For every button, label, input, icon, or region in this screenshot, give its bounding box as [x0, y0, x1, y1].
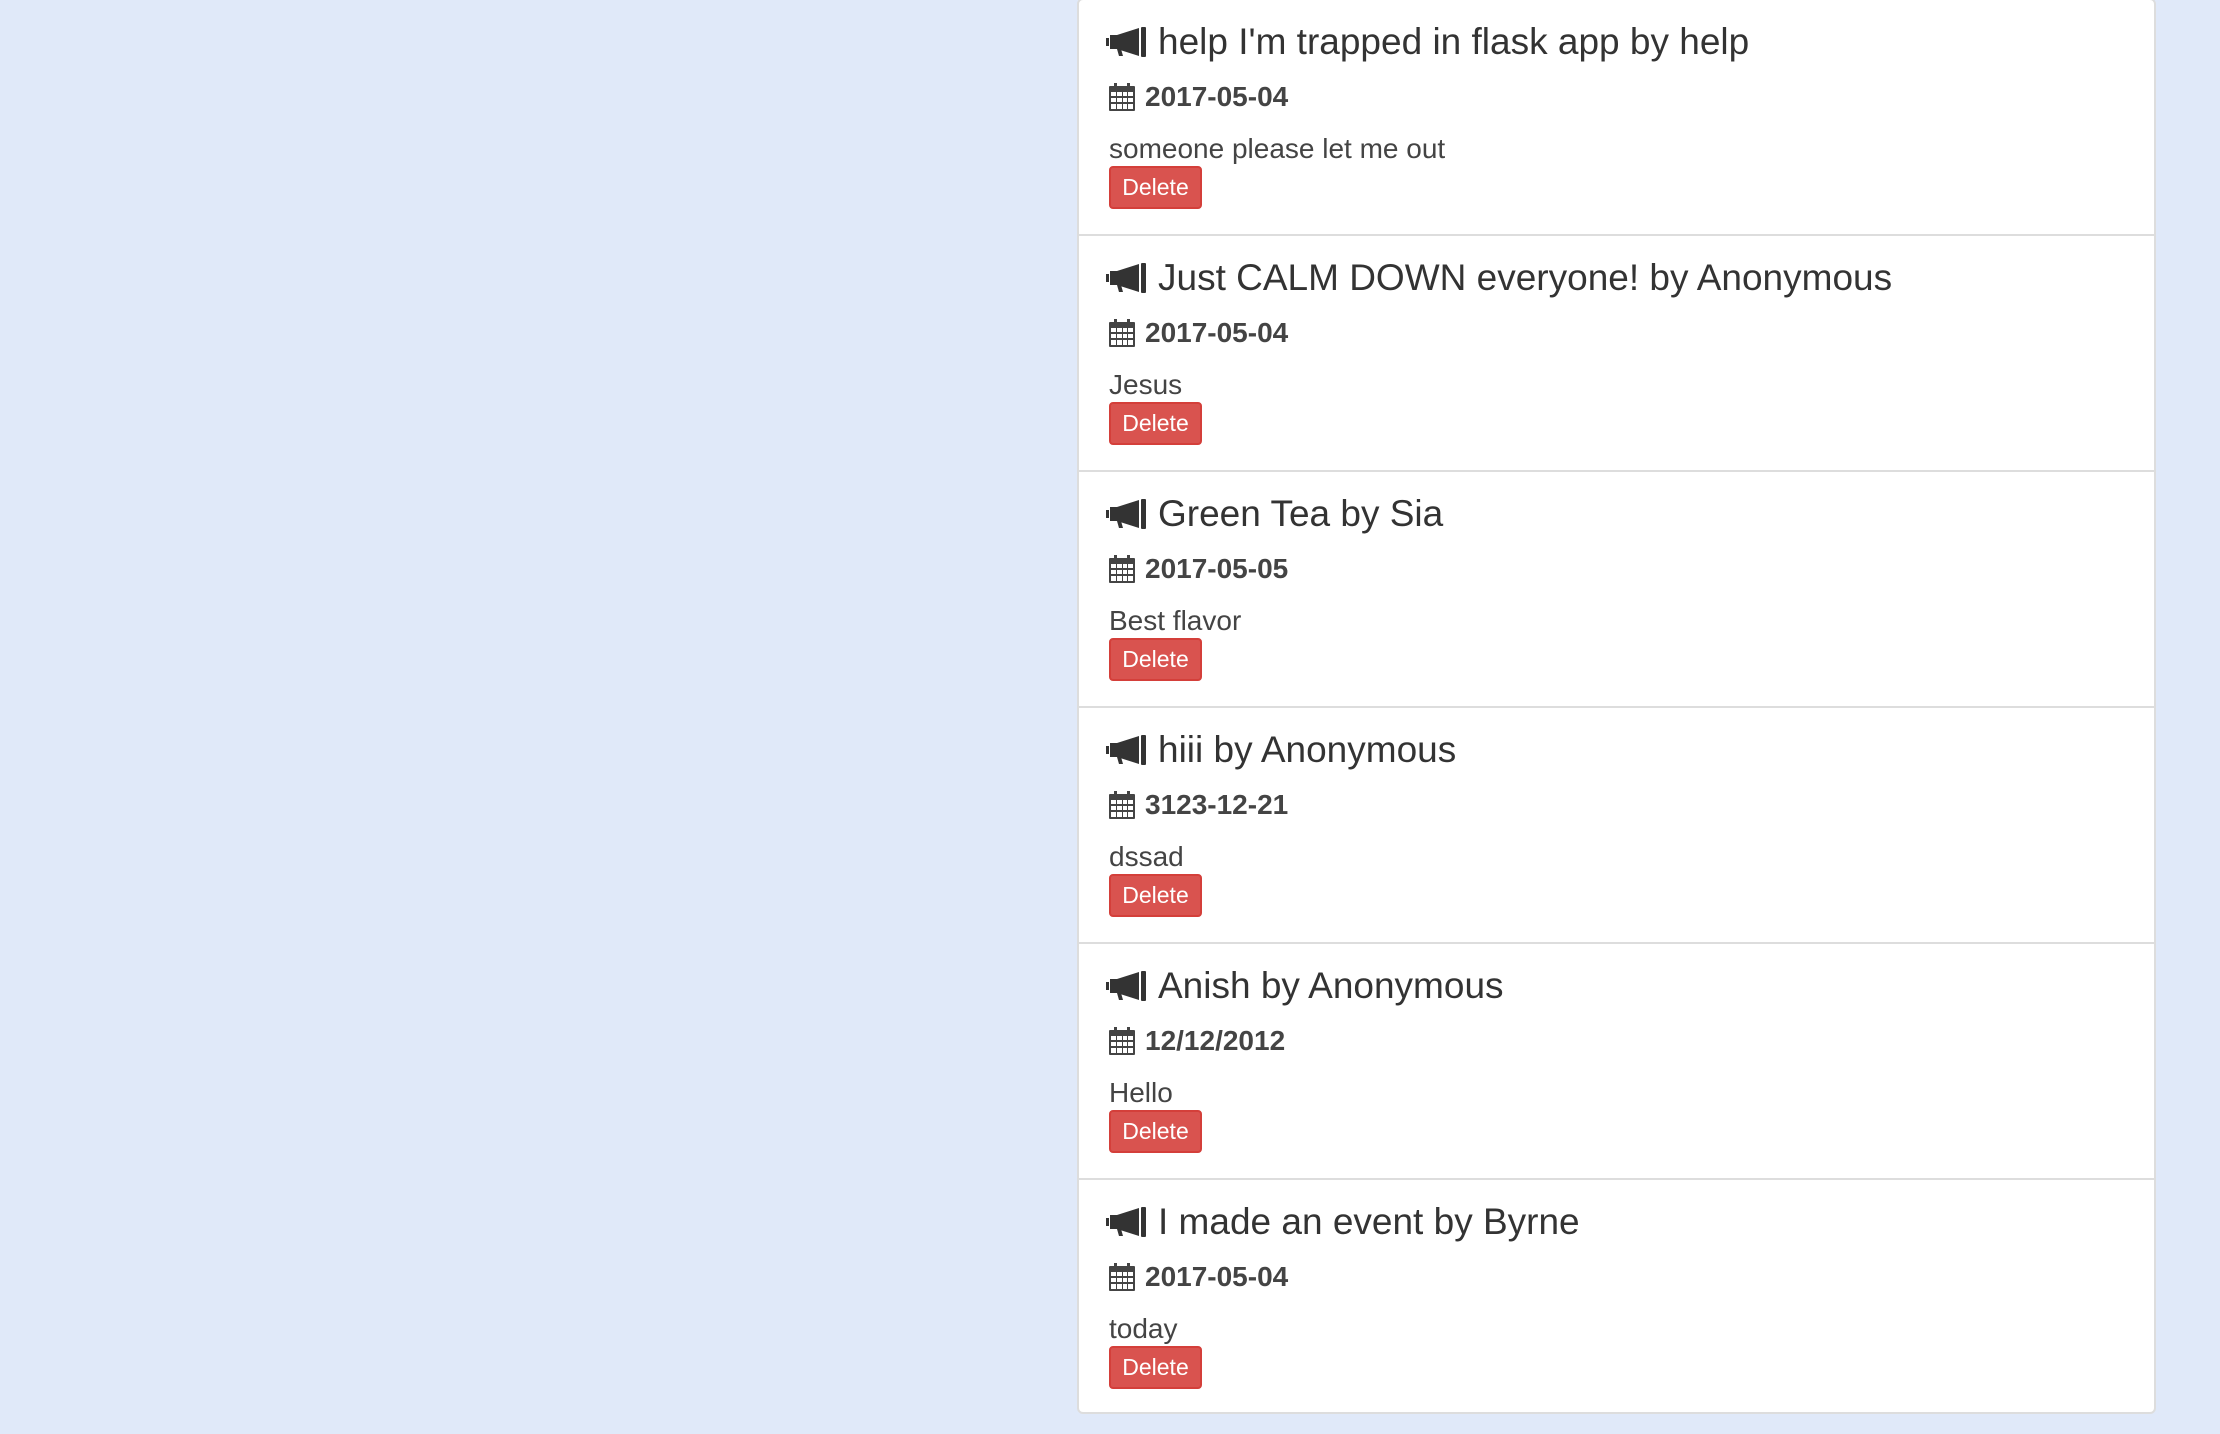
event-date: 2017-05-04	[1145, 1261, 1289, 1292]
event-date-row: 2017-05-04	[1109, 1259, 1288, 1295]
event-item: hiii by Anonymous 3123-12-21 dssad Delet…	[1079, 708, 2154, 944]
calendar-icon	[1109, 83, 1135, 111]
event-title-row: Just CALM DOWN everyone! by Anonymous	[1106, 254, 1892, 302]
event-date: 2017-05-04	[1145, 317, 1289, 348]
event-item: Green Tea by Sia 2017-05-05 Best flavor …	[1079, 472, 2154, 708]
event-date: 12/12/2012	[1145, 1025, 1286, 1056]
delete-button[interactable]: Delete	[1109, 638, 1202, 681]
delete-button[interactable]: Delete	[1109, 1346, 1202, 1389]
event-description: Best flavor	[1109, 605, 1242, 636]
calendar-icon	[1109, 555, 1135, 583]
event-date: 2017-05-05	[1145, 553, 1289, 584]
delete-button[interactable]: Delete	[1109, 1110, 1202, 1153]
event-title: Green Tea by Sia	[1158, 493, 1444, 534]
event-title: I made an event by Byrne	[1158, 1201, 1580, 1242]
event-title-row: hiii by Anonymous	[1106, 726, 1456, 774]
bullhorn-icon	[1106, 263, 1146, 293]
event-title: Just CALM DOWN everyone! by Anonymous	[1158, 257, 1893, 298]
event-date: 2017-05-04	[1145, 81, 1289, 112]
event-title-row: Green Tea by Sia	[1106, 490, 1443, 538]
event-title: help I'm trapped in flask app by help	[1158, 21, 1750, 62]
event-date-row: 2017-05-04	[1109, 315, 1288, 351]
event-description: Hello	[1109, 1077, 1173, 1108]
event-title: hiii by Anonymous	[1158, 729, 1457, 770]
event-item: Just CALM DOWN everyone! by Anonymous 20…	[1079, 236, 2154, 472]
event-title-row: help I'm trapped in flask app by help	[1106, 18, 1749, 66]
event-date-row: 3123-12-21	[1109, 787, 1288, 823]
delete-button[interactable]: Delete	[1109, 402, 1202, 445]
event-item: help I'm trapped in flask app by help 20…	[1079, 0, 2154, 236]
event-description: today	[1109, 1313, 1178, 1344]
delete-button[interactable]: Delete	[1109, 166, 1202, 209]
event-title-row: Anish by Anonymous	[1106, 962, 1504, 1010]
bullhorn-icon	[1106, 971, 1146, 1001]
event-date-row: 2017-05-05	[1109, 551, 1288, 587]
calendar-icon	[1109, 791, 1135, 819]
delete-button[interactable]: Delete	[1109, 874, 1202, 917]
event-date-row: 12/12/2012	[1109, 1023, 1285, 1059]
calendar-icon	[1109, 319, 1135, 347]
bullhorn-icon	[1106, 27, 1146, 57]
event-date-row: 2017-05-04	[1109, 79, 1288, 115]
calendar-icon	[1109, 1027, 1135, 1055]
event-title-row: I made an event by Byrne	[1106, 1198, 1580, 1246]
bullhorn-icon	[1106, 735, 1146, 765]
events-list: help I'm trapped in flask app by help 20…	[1077, 0, 2156, 1414]
event-item: Anish by Anonymous 12/12/2012 Hello Dele…	[1079, 944, 2154, 1180]
event-title: Anish by Anonymous	[1158, 965, 1504, 1006]
bullhorn-icon	[1106, 1207, 1146, 1237]
event-description: Jesus	[1109, 369, 1183, 400]
calendar-icon	[1109, 1263, 1135, 1291]
event-description: someone please let me out	[1109, 133, 1446, 164]
bullhorn-icon	[1106, 499, 1146, 529]
event-date: 3123-12-21	[1145, 789, 1289, 820]
event-description: dssad	[1109, 841, 1184, 872]
event-item: I made an event by Byrne 2017-05-04 toda…	[1079, 1180, 2154, 1412]
